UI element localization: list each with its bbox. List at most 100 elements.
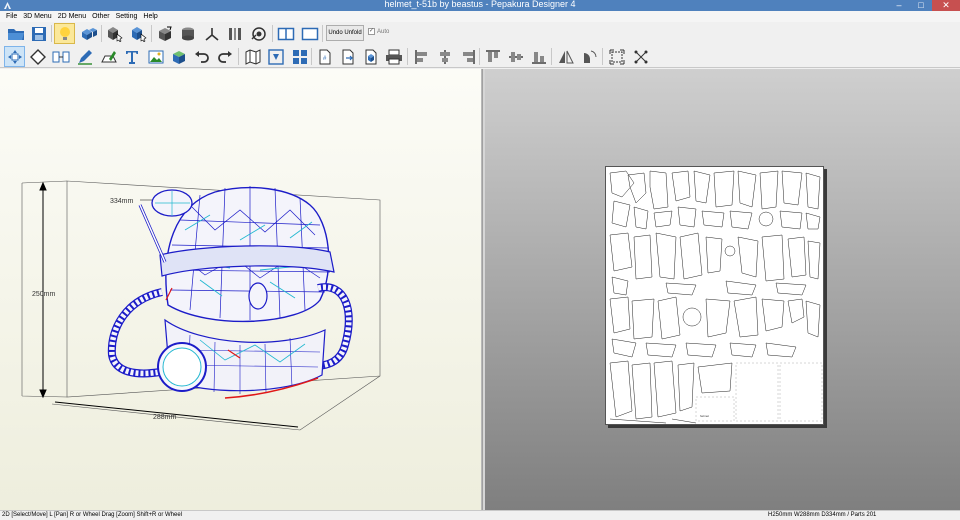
pattern-sheet[interactable] (605, 166, 824, 425)
pencil-icon (77, 49, 92, 65)
map-fold-icon (245, 48, 260, 65)
width-dimension-label: 288mm (153, 414, 177, 421)
align-top-tool[interactable] (482, 46, 503, 67)
image-tool[interactable] (145, 46, 166, 67)
page-setup-tool[interactable]: # (314, 46, 335, 67)
single-view-icon (301, 27, 318, 40)
cube-green-icon (172, 50, 185, 64)
cube-document-icon (365, 49, 376, 64)
fit-page-tool[interactable] (606, 46, 627, 67)
cylinder-button[interactable] (177, 23, 198, 44)
helmet-3d-model[interactable] (0, 69, 482, 510)
part-3d-tool[interactable] (168, 46, 189, 67)
flap-tool[interactable] (98, 46, 119, 67)
toolbar-separator (272, 25, 273, 42)
align-center-icon (439, 49, 450, 64)
export-tool[interactable] (337, 46, 358, 67)
auto-checkbox-label: Auto (377, 28, 390, 35)
toolbar-separator (602, 48, 603, 65)
menu-setting[interactable]: Setting (113, 13, 141, 20)
window-title: helmet_t-51b by beastus - Pepakura Desig… (384, 0, 576, 9)
select-move-tool[interactable] (4, 46, 25, 67)
toolbar-separator (551, 48, 552, 65)
undo-button[interactable] (191, 46, 212, 67)
align-right-icon (462, 49, 475, 64)
maximize-button[interactable]: □ (910, 0, 932, 11)
fold-lines-button[interactable] (224, 23, 245, 44)
align-middle-icon (508, 51, 523, 62)
text-tool[interactable] (121, 46, 142, 67)
align-center-tool[interactable] (434, 46, 455, 67)
toolbar-2d: # (0, 45, 960, 68)
align-right-tool[interactable] (457, 46, 478, 67)
text-t-icon (125, 50, 138, 64)
fit-page-icon (609, 49, 624, 64)
flip-vertical-icon (583, 50, 597, 63)
edit-line-tool[interactable] (74, 46, 95, 67)
toolbar-main: Undo Unfold ✓ Auto (0, 22, 960, 45)
eye-view-icon (250, 26, 266, 41)
depth-dimension-label: 334mm (110, 198, 134, 205)
menu-3d[interactable]: 3D Menu (20, 13, 54, 20)
split-view-button[interactable] (275, 23, 296, 44)
zoom-fit-tool[interactable] (630, 46, 651, 67)
arrange-frame-icon (267, 48, 284, 65)
status-mode-hint: 2D [Select/Move] L [Pan] R or Wheel Drag… (2, 512, 183, 518)
align-left-tool[interactable] (411, 46, 432, 67)
menu-file[interactable]: File (3, 13, 20, 20)
cube-flap-icon (158, 26, 172, 41)
cubes-icon (81, 27, 97, 40)
align-middle-tool[interactable] (505, 46, 526, 67)
save-button[interactable] (28, 23, 49, 44)
save-disk-icon (31, 26, 46, 41)
print-button[interactable] (383, 46, 404, 67)
toolbar-separator (151, 25, 152, 42)
join-fork-icon (204, 27, 219, 41)
join-parts-tool[interactable] (50, 46, 71, 67)
join-parts-icon (52, 51, 69, 62)
sheet-label: helmet (700, 414, 710, 418)
image-icon (148, 50, 163, 63)
close-button[interactable]: ✕ (932, 0, 960, 11)
view-3d[interactable]: 334mm 250mm 288mm (0, 69, 482, 510)
select-part-button[interactable] (128, 23, 149, 44)
rotate-tool[interactable] (27, 46, 48, 67)
toolbar-separator (101, 25, 102, 42)
minimize-button[interactable]: – (888, 0, 910, 11)
add-flap-button[interactable] (154, 23, 175, 44)
auto-arrange-tool[interactable] (289, 46, 310, 67)
menu-other[interactable]: Other (89, 13, 113, 20)
flip-horizontal-tool[interactable] (555, 46, 576, 67)
open-button[interactable] (5, 23, 26, 44)
menu-help[interactable]: Help (140, 13, 160, 20)
menu-bar: File 3D Menu 2D Menu Other Setting Help (0, 11, 960, 22)
arrange-tool[interactable] (265, 46, 286, 67)
align-top-icon (485, 49, 500, 62)
cube-cursor-icon (107, 26, 123, 42)
flap-pencil-icon (100, 50, 117, 62)
redo-button[interactable] (214, 46, 235, 67)
window-controls: – □ ✕ (888, 0, 960, 11)
join-button[interactable] (201, 23, 222, 44)
menu-2d[interactable]: 2D Menu (55, 13, 89, 20)
cube-select-icon (131, 26, 147, 42)
auto-checkbox-box[interactable]: ✓ (368, 28, 375, 35)
single-view-button[interactable] (299, 23, 320, 44)
toolbar-separator (311, 48, 312, 65)
view-toggle-button[interactable] (248, 23, 269, 44)
select-3d-button[interactable] (104, 23, 125, 44)
align-bottom-tool[interactable] (528, 46, 549, 67)
toolbar-separator (322, 25, 323, 42)
auto-checkbox[interactable]: ✓ Auto (368, 28, 389, 35)
undo-arrow-icon (194, 50, 209, 63)
light-button[interactable] (54, 23, 75, 44)
split-view-icon (277, 27, 294, 40)
toolbar-separator (51, 25, 52, 42)
unfolded-parts-pattern (609, 170, 823, 424)
undo-unfold-button[interactable]: Undo Unfold (326, 25, 364, 41)
texture-button[interactable] (78, 23, 99, 44)
print-preview-tool[interactable] (360, 46, 381, 67)
height-dimension-label: 250mm (32, 291, 56, 298)
flip-vertical-tool[interactable] (579, 46, 600, 67)
unfold-map-tool[interactable] (242, 46, 263, 67)
